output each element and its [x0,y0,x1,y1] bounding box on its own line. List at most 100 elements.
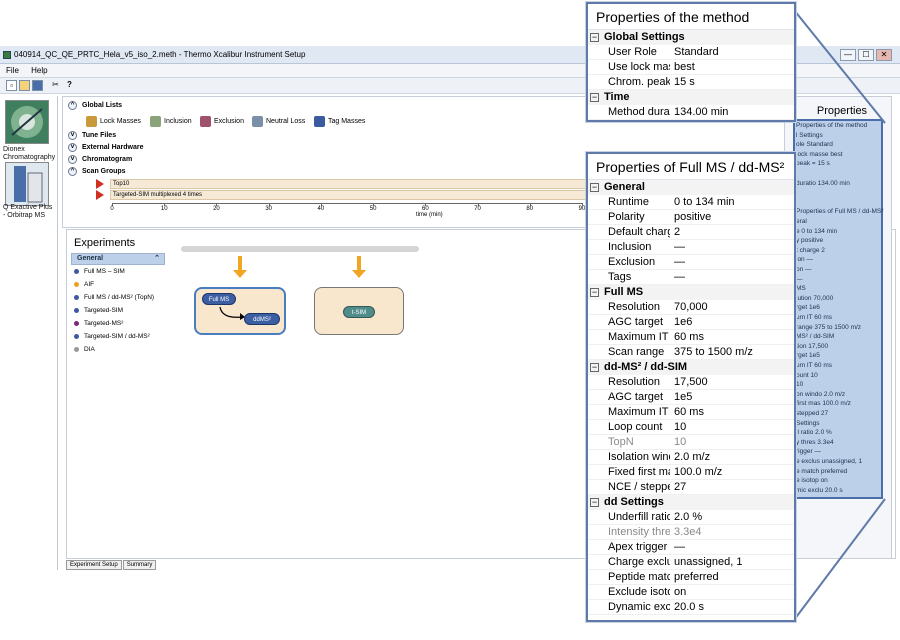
open-icon[interactable] [19,80,30,91]
global-list-tag-masses[interactable]: Tag Masses [314,115,365,129]
property-row[interactable]: AGC target 1e6 [588,315,794,330]
experiment-item[interactable]: Full MS – SIM [74,266,125,278]
help-icon[interactable]: ? [64,80,75,91]
property-value[interactable]: 27 [670,480,794,494]
property-row[interactable]: Exclude isotopeson [588,585,794,600]
property-row[interactable]: Fixed first mass100.0 m/z [588,465,794,480]
global-list-neutral-loss[interactable]: Neutral Loss [252,115,305,129]
property-section[interactable]: − Time [588,90,794,105]
property-row[interactable]: Maximum IT 60 ms [588,330,794,345]
experiments-group-general[interactable]: General ⌃ [71,253,165,265]
property-value[interactable]: — [670,270,794,284]
global-list-exclusion[interactable]: Exclusion [200,115,244,129]
collapse-icon[interactable]: − [590,32,599,42]
property-value[interactable]: positive [670,210,794,224]
property-section[interactable]: − Global Settings [588,30,794,45]
property-row[interactable]: Tags — [588,270,794,285]
property-value[interactable]: 100.0 m/z [670,465,794,479]
property-value[interactable]: 17,500 [670,375,794,389]
property-value[interactable]: 20.0 s [670,600,794,614]
experiment-item[interactable]: DIA [74,344,95,356]
collapse-icon[interactable]: − [590,182,599,192]
property-value[interactable]: 3.3e4 [670,525,794,539]
property-row[interactable]: Runtime 0 to 134 min [588,195,794,210]
property-value[interactable]: 2.0 % [670,510,794,524]
property-row[interactable]: Resolution 70,000 [588,300,794,315]
dd-ms2-pill[interactable]: ddMS² [244,313,280,325]
property-row[interactable]: Charge exclusionunassigned, 1 [588,555,794,570]
tab-experiment-setup[interactable]: Experiment Setup [66,560,122,570]
experiment-item[interactable]: Targeted-MS² [74,318,123,330]
property-row[interactable]: Loop count 10 [588,420,794,435]
collapse-icon[interactable]: ⌃ [154,254,160,264]
property-row[interactable]: User Role Standard [588,45,794,60]
global-lists-header[interactable]: ^ Global Lists [68,100,122,112]
property-row[interactable]: Use lock massesbest [588,60,794,75]
workflow-scrollbar[interactable] [181,246,419,252]
property-value[interactable]: 1e6 [670,315,794,329]
property-value[interactable]: 10 [670,435,794,449]
property-row[interactable]: Chrom. peak width15 s [588,75,794,90]
collapse-icon[interactable]: − [590,362,599,372]
property-value[interactable]: 70,000 [670,300,794,314]
property-value[interactable]: — [670,540,794,554]
experiment-item[interactable]: Targeted-SIM / dd-MS² [74,331,150,343]
property-section[interactable]: − dd Settings [588,495,794,510]
t-sim-pill[interactable]: t-SIM [343,306,375,318]
property-row[interactable]: Polarity positive [588,210,794,225]
property-value[interactable]: unassigned, 1 [670,555,794,569]
experiment-card-t-sim[interactable]: t-SIM [314,287,404,335]
cut-icon[interactable]: ✂ [50,80,61,91]
property-row[interactable]: Peptide matchpreferred [588,570,794,585]
new-icon[interactable]: ▫ [6,80,17,91]
experiment-item[interactable]: AIF [74,279,94,291]
property-section[interactable]: − General [588,180,794,195]
global-list-lock-masses[interactable]: Lock Masses [86,115,141,129]
collapse-icon[interactable]: − [590,92,599,102]
property-section[interactable]: − Full MS [588,285,794,300]
property-row[interactable]: Resolution 17,500 [588,375,794,390]
property-row[interactable]: Underfill ratio 2.0 % [588,510,794,525]
collapse-icon[interactable]: − [590,287,599,297]
property-value[interactable]: 2 [670,225,794,239]
tune-files-header[interactable]: v Tune Files [68,130,116,142]
tab-summary[interactable]: Summary [122,560,157,570]
scan-group-marker-icon[interactable] [96,190,104,200]
property-value[interactable]: 15 s [670,75,794,89]
property-row[interactable]: AGC target 1e5 [588,390,794,405]
scan-group-marker-icon[interactable] [96,179,104,189]
dionex-icon[interactable] [5,100,49,144]
property-value[interactable]: 375 to 1500 m/z [670,345,794,359]
menu-help[interactable]: Help [31,66,47,75]
property-row[interactable]: Method duration134.00 min [588,105,794,120]
property-row[interactable]: Inclusion — [588,240,794,255]
property-value[interactable]: 134.00 min [670,105,794,119]
property-row[interactable]: TopN 10 [588,435,794,450]
property-value[interactable]: — [670,255,794,269]
global-list-inclusion[interactable]: Inclusion [150,115,192,129]
save-icon[interactable] [32,80,43,91]
property-value[interactable]: Standard [670,45,794,59]
property-value[interactable]: 10 [670,420,794,434]
experiment-item[interactable]: Full MS / dd-MS² (TopN) [74,292,154,304]
property-row[interactable]: Isolation window2.0 m/z [588,450,794,465]
property-row[interactable]: Scan range 375 to 1500 m/z [588,345,794,360]
external-hardware-header[interactable]: v External Hardware [68,142,143,154]
property-value[interactable]: — [670,240,794,254]
property-row[interactable]: Intensity threshold3.3e4 [588,525,794,540]
scan-group-top10[interactable]: Top10 [110,179,650,189]
experiment-item[interactable]: Targeted-SIM [74,305,123,317]
experiment-card-full-ms[interactable]: Full MS ddMS² [194,287,286,335]
property-row[interactable]: Apex trigger — [588,540,794,555]
chromatogram-header[interactable]: v Chromatogram [68,154,132,166]
property-row[interactable]: Dynamic exclusion20.0 s [588,600,794,615]
property-value[interactable]: on [670,585,794,599]
property-row[interactable]: NCE / stepped NCE27 [588,480,794,495]
menu-file[interactable]: File [6,66,19,75]
property-section[interactable]: − dd-MS² / dd-SIM [588,360,794,375]
property-value[interactable]: best [670,60,794,74]
property-value[interactable]: 1e5 [670,390,794,404]
property-value[interactable]: preferred [670,570,794,584]
scan-group-targeted-sim[interactable]: Targeted-SIM multiplexed 4 times [110,190,650,200]
property-value[interactable]: 0 to 134 min [670,195,794,209]
